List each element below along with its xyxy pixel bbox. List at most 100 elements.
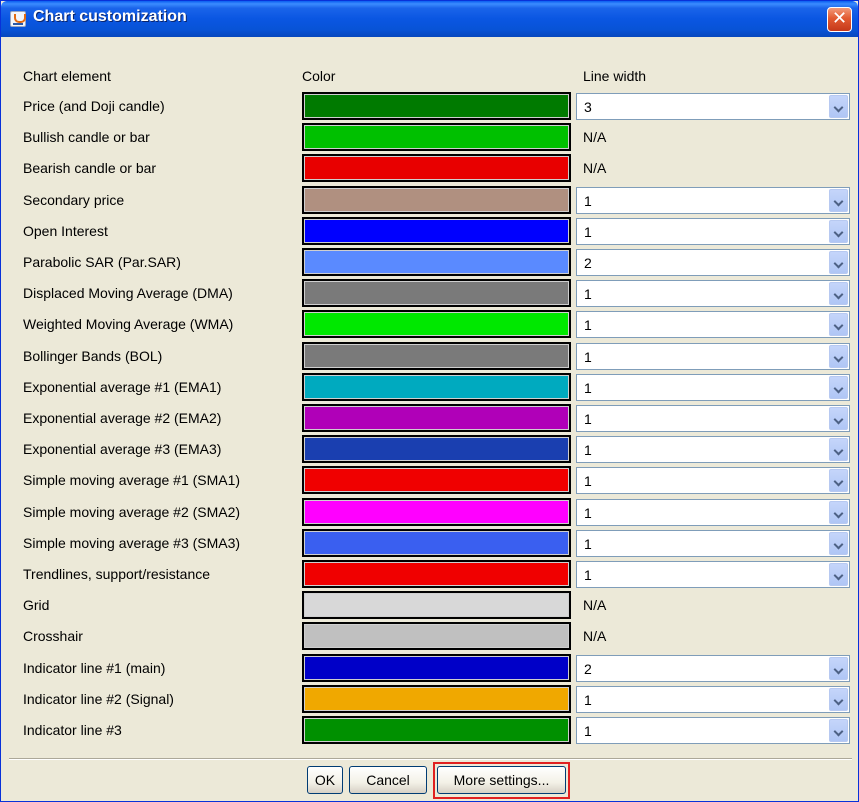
chart-customization-dialog: Chart customization ✕ Chart element Colo… [0,0,859,802]
color-swatch[interactable] [302,654,571,682]
row-label: Simple moving average #2 (SMA2) [23,504,241,520]
line-width-select[interactable]: 1 [576,218,850,245]
row-label: Price (and Doji candle) [23,98,165,114]
row-label: Open Interest [23,223,108,239]
color-swatch[interactable] [302,373,571,401]
chevron-down-icon[interactable] [829,532,848,555]
line-width-value: 1 [584,473,592,489]
line-width-select[interactable]: 1 [576,499,850,526]
chevron-down-icon[interactable] [829,407,848,430]
chevron-down-icon[interactable] [829,719,848,742]
line-width-value: 1 [584,505,592,521]
line-width-select[interactable]: 1 [576,467,850,494]
row-label: Simple moving average #3 (SMA3) [23,535,241,551]
line-width-select[interactable]: 1 [576,561,850,588]
color-swatch[interactable] [302,466,571,494]
line-width-value: 1 [584,224,592,240]
row-label: Displaced Moving Average (DMA) [23,285,233,301]
color-swatch[interactable] [302,154,571,182]
color-swatch[interactable] [302,716,571,744]
line-width-select[interactable]: 2 [576,655,850,682]
color-swatch[interactable] [302,123,571,151]
line-width-value: 1 [584,411,592,427]
line-width-value: 1 [584,692,592,708]
row-label: Parabolic SAR (Par.SAR) [23,254,181,270]
line-width-select[interactable]: 3 [576,93,850,120]
line-width-select[interactable]: 1 [576,374,850,401]
line-width-value: 2 [584,661,592,677]
header-line-width: Line width [583,68,647,84]
color-swatch[interactable] [302,498,571,526]
line-width-value: 1 [584,193,592,209]
chevron-down-icon[interactable] [829,345,848,368]
color-swatch[interactable] [302,248,571,276]
chevron-down-icon[interactable] [829,563,848,586]
line-width-select[interactable]: 1 [576,311,850,338]
row-label: Crosshair [23,628,83,644]
chevron-down-icon[interactable] [829,376,848,399]
color-swatch[interactable] [302,560,571,588]
line-width-value: 1 [584,286,592,302]
chevron-down-icon[interactable] [829,657,848,680]
chevron-down-icon[interactable] [829,501,848,524]
dialog-title: Chart customization [33,8,187,25]
color-swatch[interactable] [302,529,571,557]
line-width-select[interactable]: 1 [576,717,850,744]
color-swatch[interactable] [302,279,571,307]
row-label: Exponential average #3 (EMA3) [23,441,222,457]
chevron-down-icon[interactable] [829,438,848,461]
color-swatch[interactable] [302,186,571,214]
chevron-down-icon[interactable] [829,189,848,212]
row-label: Simple moving average #1 (SMA1) [23,472,241,488]
chevron-down-icon[interactable] [829,469,848,492]
cancel-button[interactable]: Cancel [349,766,427,794]
color-swatch[interactable] [302,435,571,463]
line-width-select[interactable]: 1 [576,405,850,432]
color-swatch[interactable] [302,622,571,650]
row-label: Exponential average #2 (EMA2) [23,410,222,426]
line-width-value: 1 [584,567,592,583]
line-width-select[interactable]: 1 [576,686,850,713]
row-label: Bollinger Bands (BOL) [23,348,163,364]
line-width-select[interactable]: 1 [576,343,850,370]
line-width-value: 1 [584,317,592,333]
color-swatch[interactable] [302,310,571,338]
chevron-down-icon[interactable] [829,220,848,243]
chevron-down-icon[interactable] [829,251,848,274]
color-swatch[interactable] [302,685,571,713]
chevron-down-icon[interactable] [829,95,848,118]
color-swatch[interactable] [302,217,571,245]
line-width-value: 1 [584,723,592,739]
line-width-na: N/A [583,129,607,145]
line-width-select[interactable]: 1 [576,280,850,307]
line-width-value: 1 [584,380,592,396]
chevron-down-icon[interactable] [829,282,848,305]
close-button[interactable]: ✕ [827,7,852,32]
line-width-select[interactable]: 1 [576,530,850,557]
ok-button[interactable]: OK [307,766,343,794]
row-label: Indicator line #1 (main) [23,660,166,676]
row-label: Bullish candle or bar [23,129,150,145]
line-width-na: N/A [583,628,607,644]
row-label: Grid [23,597,50,613]
separator [9,758,852,760]
color-swatch[interactable] [302,342,571,370]
title-bar[interactable]: Chart customization ✕ [1,1,858,37]
close-icon: ✕ [831,8,848,29]
line-width-select[interactable]: 1 [576,187,850,214]
color-swatch[interactable] [302,404,571,432]
line-width-select[interactable]: 2 [576,249,850,276]
header-chart-element: Chart element [23,68,111,84]
chevron-down-icon[interactable] [829,313,848,336]
row-label: Exponential average #1 (EMA1) [23,379,222,395]
row-label: Secondary price [23,192,125,208]
color-swatch[interactable] [302,591,571,619]
line-width-value: 1 [584,442,592,458]
line-width-select[interactable]: 1 [576,436,850,463]
row-label: Indicator line #3 [23,722,122,738]
color-swatch[interactable] [302,92,571,120]
line-width-value: 1 [584,349,592,365]
row-label: Trendlines, support/resistance [23,566,211,582]
chevron-down-icon[interactable] [829,688,848,711]
line-width-na: N/A [583,597,607,613]
